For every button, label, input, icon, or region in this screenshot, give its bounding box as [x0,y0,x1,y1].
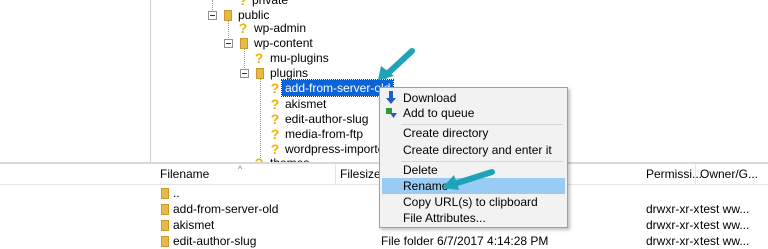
folder-icon [161,188,169,199]
collapse-toggle-icon[interactable] [240,69,249,78]
tree-node-label: mu-plugins [270,51,329,65]
file-type: File folder [381,234,434,248]
collapse-toggle-icon[interactable] [208,11,217,20]
menu-item-copy-url[interactable]: Copy URL(s) to clipboard [382,194,565,210]
column-owner[interactable]: Owner/G... [696,164,768,184]
file-name: akismet [173,218,215,232]
folder-icon [161,220,169,231]
folder-icon [224,10,232,21]
folder-icon [256,68,264,79]
file-owner: test ww... [700,202,750,216]
unknown-folder-icon: ? [270,111,280,127]
unknown-folder-icon: ? [270,96,280,112]
download-arrow-icon [386,91,396,104]
file-permissions: drwxr-xr-x [646,234,700,248]
unknown-folder-icon: ? [270,80,280,96]
menu-item-create-directory-enter[interactable]: Create directory and enter it [382,142,565,158]
unknown-folder-icon: ? [238,20,248,36]
unknown-folder-icon: ? [252,155,266,162]
column-permissions[interactable]: Permissi... [642,164,702,184]
column-filesize[interactable]: Filesize [336,164,381,184]
tree-guide [260,78,261,158]
folder-icon [161,204,169,215]
menu-item-add-to-queue[interactable]: Add to queue [382,105,565,121]
file-permissions: drwxr-xr-x [646,218,700,232]
file-owner: test ww... [700,234,750,248]
menu-item-download[interactable]: Download [382,90,565,106]
file-name: add-from-server-old [173,202,279,216]
file-permissions: drwxr-xr-x [646,202,700,216]
folder-icon [240,38,248,49]
file-owner: test ww... [700,218,750,232]
context-menu[interactable]: Download Add to queue Create directory C… [379,87,568,228]
pointer-arrow-icon [378,48,415,80]
tree-node-label: wp-content [254,36,313,50]
menu-item-label: File Attributes... [403,211,486,225]
column-filename[interactable]: Filename [156,164,336,184]
menu-item-create-directory[interactable]: Create directory [382,125,565,141]
unknown-folder-icon: ? [254,50,264,66]
menu-item-label: Download [403,91,457,105]
file-modified: 6/7/2017 4:14:28 PM [437,234,549,248]
table-row[interactable]: edit-author-slug File folder 6/7/2017 4:… [0,233,768,249]
menu-item-label: Delete [403,163,438,177]
collapse-toggle-icon[interactable] [224,39,233,48]
file-name: .. [173,186,180,200]
tree-node-label: plugins [270,66,309,80]
tree-node-label: akismet [285,97,327,111]
menu-item-label: Create directory and enter it [403,143,552,157]
tree-node-label: edit-author-slug [285,112,369,126]
file-name: edit-author-slug [173,234,257,248]
tree-left-border [150,0,151,162]
add-to-queue-icon [386,108,397,118]
menu-item-label: Copy URL(s) to clipboard [403,195,538,209]
unknown-folder-icon: ? [270,126,280,142]
menu-item-file-attributes[interactable]: File Attributes... [382,210,565,226]
menu-item-label: Create directory [403,126,489,140]
tree-node-label: media-from-ftp [285,127,364,141]
pointer-arrow-icon [442,169,495,190]
tree-node-label: wp-admin [254,21,307,35]
tree-node-label: themes [270,155,309,162]
menu-item-label: Add to queue [403,106,475,120]
